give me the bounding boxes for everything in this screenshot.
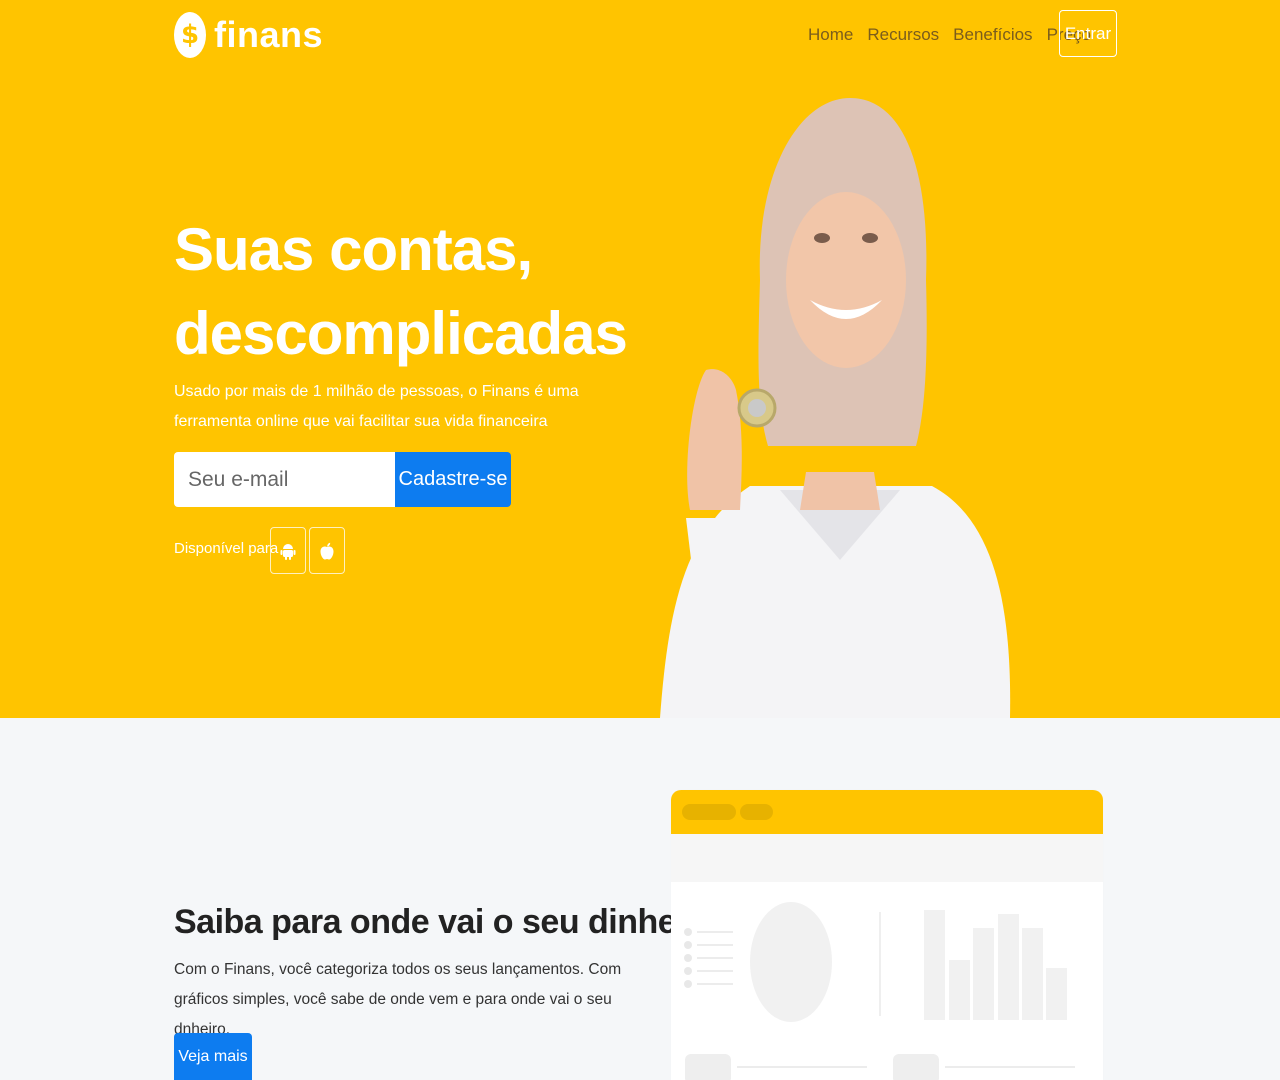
nav-beneficios[interactable]: Benefícios [953, 25, 1032, 45]
mockup-legend-line [697, 983, 733, 985]
nav-recursos[interactable]: Recursos [867, 25, 939, 45]
mockup-pie-chart [750, 902, 832, 1022]
dollar-coin-icon: $ [174, 12, 206, 58]
mockup-legend-line [697, 944, 733, 946]
mockup-legend-dot [684, 954, 692, 962]
mockup-subbar [671, 834, 1103, 882]
mockup-bar [1046, 968, 1067, 1020]
section-title: Saiba para onde vai o seu dinheiro [174, 903, 719, 941]
apple-icon [320, 542, 334, 559]
mockup-bar [998, 914, 1019, 1020]
dashboard-mockup [671, 790, 1103, 1080]
login-button[interactable]: Entrar [1059, 10, 1117, 57]
section-description: Com o Finans, você categoriza todos os s… [174, 961, 622, 1038]
mockup-topbar [671, 790, 1103, 834]
available-label: Disponível para [174, 540, 279, 557]
mockup-bar [949, 960, 970, 1020]
mockup-card [685, 1054, 731, 1080]
mockup-card [893, 1054, 939, 1080]
apple-store-button[interactable] [309, 527, 345, 574]
mockup-legend-dot [684, 941, 692, 949]
mockup-bar [973, 928, 994, 1020]
hero-title: Suas contas, descomplicadas [174, 208, 628, 376]
nav-home[interactable]: Home [808, 25, 853, 45]
email-input[interactable] [174, 452, 395, 507]
mockup-legend-line [697, 957, 733, 959]
hero-section: $ finans Home Recursos Benefícios Preço … [0, 0, 1280, 718]
brand-logo[interactable]: $ finans [174, 12, 323, 58]
hero-title-line2: descomplicadas [174, 300, 628, 367]
brand-name: finans [214, 14, 324, 55]
mockup-divider [879, 912, 881, 1016]
mockup-card-line [737, 1066, 867, 1068]
mockup-card-line [945, 1066, 1075, 1068]
mockup-legend-line [697, 931, 733, 933]
mockup-legend-dot [684, 967, 692, 975]
signup-button[interactable]: Cadastre-se [395, 452, 511, 507]
main-nav: Home Recursos Benefícios Preço [808, 25, 1091, 45]
mockup-legend-dot [684, 980, 692, 988]
mockup-legend-dot [684, 928, 692, 936]
hero-woman-illustration [660, 98, 1011, 718]
see-more-button[interactable]: Veja mais [174, 1033, 252, 1080]
mockup-bar [1022, 928, 1043, 1020]
hero-description: Usado por mais de 1 milhão de pessoas, o… [174, 383, 579, 430]
android-icon [280, 543, 296, 560]
mockup-pill [740, 804, 773, 820]
mockup-bar [924, 910, 945, 1020]
mockup-pill [682, 804, 736, 820]
hero-title-line1: Suas contas, [174, 216, 533, 283]
mockup-legend-line [697, 970, 733, 972]
android-store-button[interactable] [270, 527, 306, 574]
